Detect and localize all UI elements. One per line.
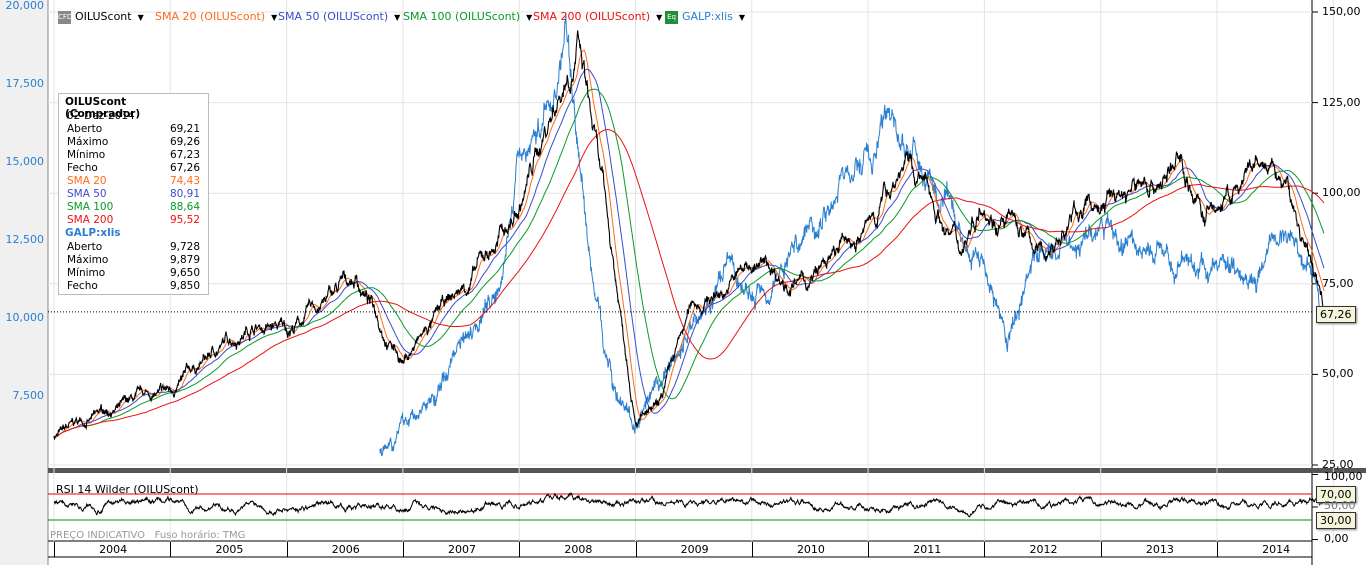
right-axis-tick: 50,00 xyxy=(1322,367,1354,381)
info-value: 67,26 xyxy=(169,162,200,174)
legend-item[interactable]: CFD OILUScont ▼ xyxy=(58,10,144,24)
info-label: Aberto xyxy=(67,241,103,253)
info-galp-title: GALP:xlis xyxy=(65,227,121,239)
legend-item[interactable]: Eq GALP:xlis ▼ xyxy=(665,10,745,24)
galp-series-line xyxy=(379,13,1325,457)
info-value: 69,21 xyxy=(169,123,200,135)
year-label: 2004 xyxy=(54,542,171,557)
info-value: 9,879 xyxy=(169,254,200,266)
indicative-price-note: PREÇO INDICATIVO xyxy=(50,530,146,541)
info-value: 80,91 xyxy=(169,188,200,200)
info-label: SMA 50 xyxy=(67,188,107,200)
info-value: 88,64 xyxy=(169,201,200,213)
year-label: 2006 xyxy=(286,542,404,557)
info-value: 95,52 xyxy=(169,214,200,226)
year-label: 2013 xyxy=(1100,542,1218,557)
info-label: Aberto xyxy=(67,123,103,135)
info-label: Máximo xyxy=(67,136,109,148)
right-axis-tick: 150,00 xyxy=(1322,5,1361,18)
right-axis-tick: 100,00 xyxy=(1322,186,1361,200)
data-tooltip: OILUScont (Comprador) 02-Dez-2014 Aberto… xyxy=(58,93,209,295)
info-label: SMA 200 xyxy=(67,214,114,226)
info-label: Fecho xyxy=(67,162,98,174)
left-axis-tick: 10,000 xyxy=(5,311,45,324)
rsi-lower-label: 30,00 xyxy=(1316,512,1356,529)
info-label: Mínimo xyxy=(67,267,106,279)
left-axis-tick: 17,500 xyxy=(5,77,45,90)
legend-label: SMA 50 (OILUScont) xyxy=(278,10,389,23)
legend-label: SMA 200 (OILUScont) xyxy=(533,10,651,23)
info-value: 9,728 xyxy=(169,241,200,253)
year-label: 2007 xyxy=(402,542,520,557)
legend-item[interactable]: SMA 20 (OILUScont) ▼ xyxy=(155,10,277,23)
rsi-tick: 50,00 xyxy=(1324,499,1356,512)
info-label: Mínimo xyxy=(67,149,106,161)
info-date: 02-Dez-2014 xyxy=(67,110,135,122)
rsi-label[interactable]: RSI 14 Wilder (OILUScont) xyxy=(56,483,199,496)
info-value: 74,43 xyxy=(169,175,200,187)
legend-label: SMA 20 (OILUScont) xyxy=(155,10,266,23)
rsi-tick: 100,00 xyxy=(1324,470,1363,483)
pane-separator xyxy=(48,468,1366,473)
timezone-note: Fuso horário: TMG xyxy=(154,530,246,541)
info-value: 67,23 xyxy=(169,149,200,161)
dropdown-arrow-icon[interactable]: ▼ xyxy=(526,13,532,22)
info-label: Fecho xyxy=(67,280,98,292)
sma-100-line xyxy=(53,88,1325,439)
right-axis-tick: 125,00 xyxy=(1322,95,1361,109)
info-label: SMA 100 xyxy=(67,201,114,213)
info-value: 9,850 xyxy=(169,280,200,292)
info-value: 9,650 xyxy=(169,267,200,279)
right-axis-tick: 25,00 xyxy=(1322,458,1354,471)
info-value: 69,26 xyxy=(169,136,200,148)
sma-20-line xyxy=(53,49,1325,439)
legend-label: GALP:xlis xyxy=(682,10,733,23)
year-label: 2005 xyxy=(170,542,287,557)
cfd-icon: CFD xyxy=(58,10,72,24)
oil-price-line xyxy=(53,30,1325,440)
info-title: OILUScont (Comprador) xyxy=(65,96,141,120)
right-axis-tick: 75,00 xyxy=(1322,276,1354,290)
left-axis-tick: 7,500 xyxy=(12,389,45,402)
legend-item[interactable]: SMA 200 (OILUScont) ▼ xyxy=(533,10,662,23)
legend-label: OILUScont xyxy=(75,10,132,23)
year-label: 2009 xyxy=(635,542,753,557)
dropdown-arrow-icon[interactable]: ▼ xyxy=(656,13,662,22)
year-label: 2010 xyxy=(751,542,869,557)
current-price-label: 67,26 xyxy=(1316,306,1356,323)
year-label: 2008 xyxy=(519,542,636,557)
legend-item[interactable]: SMA 50 (OILUScont) ▼ xyxy=(278,10,400,23)
rsi-line xyxy=(53,492,1325,518)
left-axis-tick: 20,000 xyxy=(5,0,45,12)
year-label: 2011 xyxy=(868,542,985,557)
dropdown-arrow-icon[interactable]: ▼ xyxy=(739,13,745,22)
dropdown-arrow-icon[interactable]: ▼ xyxy=(138,13,144,22)
sma-50-line xyxy=(53,68,1325,439)
left-axis-tick: 15,000 xyxy=(5,155,45,168)
legend-label: SMA 100 (OILUScont) xyxy=(403,10,521,23)
left-axis-tick: 12,500 xyxy=(5,233,45,246)
year-label: 2014 xyxy=(1217,542,1334,557)
legend-item[interactable]: SMA 100 (OILUScont) ▼ xyxy=(403,10,532,23)
equity-icon: Eq xyxy=(665,10,678,24)
dropdown-arrow-icon[interactable]: ▼ xyxy=(271,13,277,22)
year-label: 2012 xyxy=(984,542,1101,557)
info-label: SMA 20 xyxy=(67,175,107,187)
info-label: Máximo xyxy=(67,254,109,266)
dropdown-arrow-icon[interactable]: ▼ xyxy=(394,13,400,22)
